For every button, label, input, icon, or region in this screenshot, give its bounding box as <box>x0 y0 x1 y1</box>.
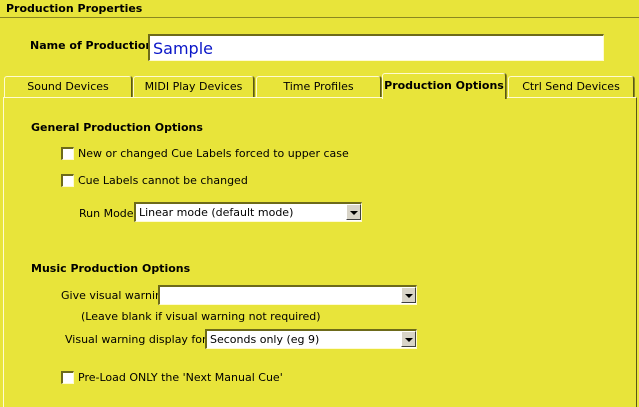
display-format-select[interactable]: Seconds only (eg 9) <box>205 329 417 349</box>
window-title: Production Properties <box>6 2 143 15</box>
visual-warning-select[interactable] <box>158 285 417 305</box>
uppercase-label: New or changed Cue Labels forced to uppe… <box>78 147 349 160</box>
music-options-title: Music Production Options <box>31 262 191 275</box>
cannot-change-label: Cue Labels cannot be changed <box>78 174 248 187</box>
tab-production-options[interactable]: Production Options <box>382 73 506 99</box>
run-mode-select[interactable]: Linear mode (default mode) <box>134 202 362 222</box>
general-options-title: General Production Options <box>31 121 203 134</box>
visual-warning-hint: (Leave blank if visual warning not requi… <box>81 310 321 323</box>
run-mode-value: Linear mode (default mode) <box>139 206 294 219</box>
chevron-down-icon[interactable] <box>346 204 361 220</box>
display-format-label: Visual warning display format <box>65 333 229 346</box>
chevron-down-icon[interactable] <box>401 331 416 347</box>
window-titlebar: Production Properties <box>0 0 639 18</box>
tab-midi-play-devices[interactable]: MIDI Play Devices <box>133 76 254 97</box>
tab-sound-devices[interactable]: Sound Devices <box>4 76 132 97</box>
chevron-down-icon[interactable] <box>401 287 416 303</box>
production-name-label: Name of Production <box>30 39 154 52</box>
preload-checkbox[interactable] <box>61 371 74 384</box>
display-format-value: Seconds only (eg 9) <box>210 333 320 346</box>
run-mode-label: Run Mode <box>79 207 134 220</box>
visual-warning-label: Give visual warning <box>61 289 169 302</box>
production-options-panel <box>3 97 637 407</box>
tab-ctrl-send-devices[interactable]: Ctrl Send Devices <box>508 76 634 97</box>
tab-time-profiles[interactable]: Time Profiles <box>256 76 381 97</box>
cannot-change-checkbox[interactable] <box>61 174 74 187</box>
uppercase-checkbox[interactable] <box>61 147 74 160</box>
preload-label: Pre-Load ONLY the 'Next Manual Cue' <box>78 371 283 384</box>
production-name-input[interactable]: Sample <box>148 34 604 61</box>
